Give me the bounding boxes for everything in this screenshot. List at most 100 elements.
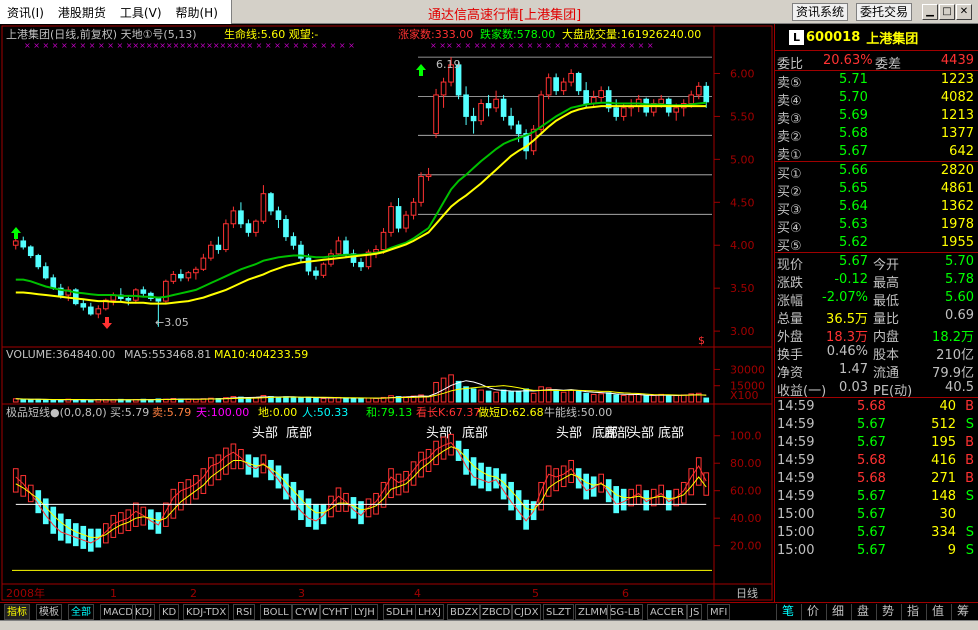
high-label: 6.19 (436, 58, 461, 71)
indicator-tab[interactable]: KD (159, 604, 180, 620)
candle (305, 257, 312, 272)
ma5-readout: MA5:553468.81 (124, 348, 211, 361)
ask-volume: 1223 (940, 72, 974, 87)
annotation-bottom: 底部 (658, 425, 684, 441)
indicator-bar (478, 462, 484, 489)
tick-direction: B (965, 471, 974, 486)
x-label: 1 (110, 587, 117, 600)
volume-bar (350, 397, 357, 403)
indicator-tab[interactable]: 指标 (4, 604, 30, 620)
indicator-bar (613, 486, 620, 514)
indicator-tab[interactable]: CJDX (511, 604, 542, 620)
chart-area[interactable]: 上港集团(日线,前复权) 天地①号(5,13) 生命线:5.60 观望:- 涨家… (0, 24, 774, 602)
price-tick-label: 3.50 (730, 282, 755, 295)
stat-row: 涨跌 -0.12 最高 5.78 (775, 271, 978, 291)
indicator-tab[interactable]: CYW (292, 604, 321, 620)
bid-book: 买① 5.66 2820 买② 5.65 4861 买③ 5.64 1362 买④ 5.63 1978… (775, 161, 978, 254)
volume-bar (553, 390, 559, 403)
ask-row: 卖① 5.67 642 (775, 143, 978, 163)
indicator-bar (418, 451, 424, 478)
tick-volume: 416 (931, 453, 956, 468)
indicator-bar (275, 465, 282, 489)
tick-time: 15:00 (777, 507, 815, 522)
indicator-tick-label: 60.00 (730, 485, 762, 498)
indicator-tick-label: 100.0 (730, 430, 762, 443)
indicator-tab[interactable]: JS (687, 604, 703, 620)
tick-price: 5.68 (857, 453, 886, 468)
tick-price: 5.68 (857, 471, 886, 486)
tick-direction: B (965, 399, 974, 414)
x-label: 5 (532, 587, 539, 600)
candle (208, 244, 214, 259)
indicator-bar (508, 481, 514, 511)
quote-tab[interactable]: 指 (901, 604, 924, 620)
indicator-tab[interactable]: 模板 (36, 604, 62, 620)
indicator-tab[interactable]: MACD (100, 604, 136, 620)
indicator-tab[interactable]: ZLMM (575, 604, 611, 620)
indicator-tab[interactable]: SLZT (543, 604, 574, 620)
candle (313, 270, 319, 276)
indicator-tab[interactable]: LYJH (351, 604, 378, 620)
annotation-top: 头部 (556, 426, 582, 441)
stats-table: 现价 5.67 今开 5.70 涨跌 -0.12 最高 5.78 涨幅 -2.07% 最低 5.60 总… (775, 252, 978, 399)
volume-bar (530, 392, 537, 403)
quote-tab[interactable]: 细 (826, 604, 849, 620)
indicator-tab[interactable]: BOLL (260, 604, 292, 620)
indicator-tab[interactable]: MFI (707, 604, 731, 620)
indicator-bar (433, 440, 439, 466)
indicator-tab[interactable]: KDJ-TDX (183, 604, 230, 620)
maximize-icon[interactable]: □ (939, 4, 955, 20)
menu-help[interactable]: 帮助(H) (169, 4, 225, 21)
indicator-tab[interactable]: BDZX (447, 604, 482, 620)
candle (320, 263, 327, 276)
menu-tools[interactable]: 工具(V) (113, 4, 169, 21)
indicator-tab[interactable]: RSI (233, 604, 256, 620)
price-tick-label: 4.00 (730, 239, 755, 252)
candle (575, 72, 582, 92)
horizontal-scrollbar[interactable] (0, 620, 978, 630)
minimize-icon[interactable]: ▁ (922, 4, 938, 20)
candle (238, 210, 244, 225)
stat-row: 涨幅 -2.07% 最低 5.60 (775, 289, 978, 309)
quote-tab[interactable]: 价 (801, 604, 824, 620)
indicator-tab[interactable]: SG-LB (607, 604, 644, 620)
menu-news[interactable]: 资讯(I) (0, 4, 51, 21)
menu-hk-futures[interactable]: 港股期货 (51, 4, 113, 21)
indicator-tab[interactable]: ACCER (647, 604, 687, 620)
quote-tab[interactable]: 势 (876, 604, 899, 620)
candle (125, 297, 132, 301)
quote-tab[interactable]: 盘 (851, 604, 874, 620)
period-label[interactable]: 日线 (736, 586, 758, 600)
volume-bar (628, 394, 635, 403)
indicator-bar (80, 525, 87, 549)
tick-direction: B (965, 435, 974, 450)
close-icon[interactable]: ✕ (956, 4, 972, 20)
indicator-title: 极品短线●(0,0,8,0) (6, 405, 107, 419)
indicator-tab[interactable]: CYHT (319, 604, 352, 620)
annotations: 头部 底部 头部 底部 头部 底部 底部 头部 底部 (252, 425, 684, 441)
indicator-tab[interactable]: 全部 (68, 604, 94, 620)
indicator-tab[interactable]: ZBCD (479, 604, 514, 620)
quote-tab[interactable]: 筹 (951, 604, 974, 620)
weibi-value: 20.63% (823, 53, 873, 68)
trade-button[interactable]: 委托交易 (856, 3, 913, 21)
green-arrow-icon (416, 64, 426, 76)
bid-row: 买④ 5.63 1978 (775, 216, 978, 236)
candle (508, 115, 514, 126)
indicator-tab[interactable]: KDJ (132, 604, 156, 620)
stat-row: 收益(一) 0.03 PE(动) 40.5 (775, 379, 978, 399)
bid-volume: 4861 (940, 181, 974, 196)
indicator-tab[interactable]: LHXJ (415, 604, 444, 620)
news-system-button[interactable]: 资讯系统 (792, 3, 849, 21)
candle (418, 176, 424, 203)
level-icon: L (789, 29, 804, 45)
quote-tab[interactable]: 笔 (776, 604, 799, 620)
quote-tab[interactable]: 值 (926, 604, 949, 620)
stat-row: 总量 36.5万 量比 0.69 (775, 307, 978, 327)
indicator-bar (42, 498, 49, 525)
tick-direction: S (965, 543, 974, 558)
stat-value: 1.47 (839, 362, 868, 377)
candle (410, 201, 417, 216)
indicator-tab[interactable]: SDLH (383, 604, 417, 620)
candle (50, 277, 57, 289)
